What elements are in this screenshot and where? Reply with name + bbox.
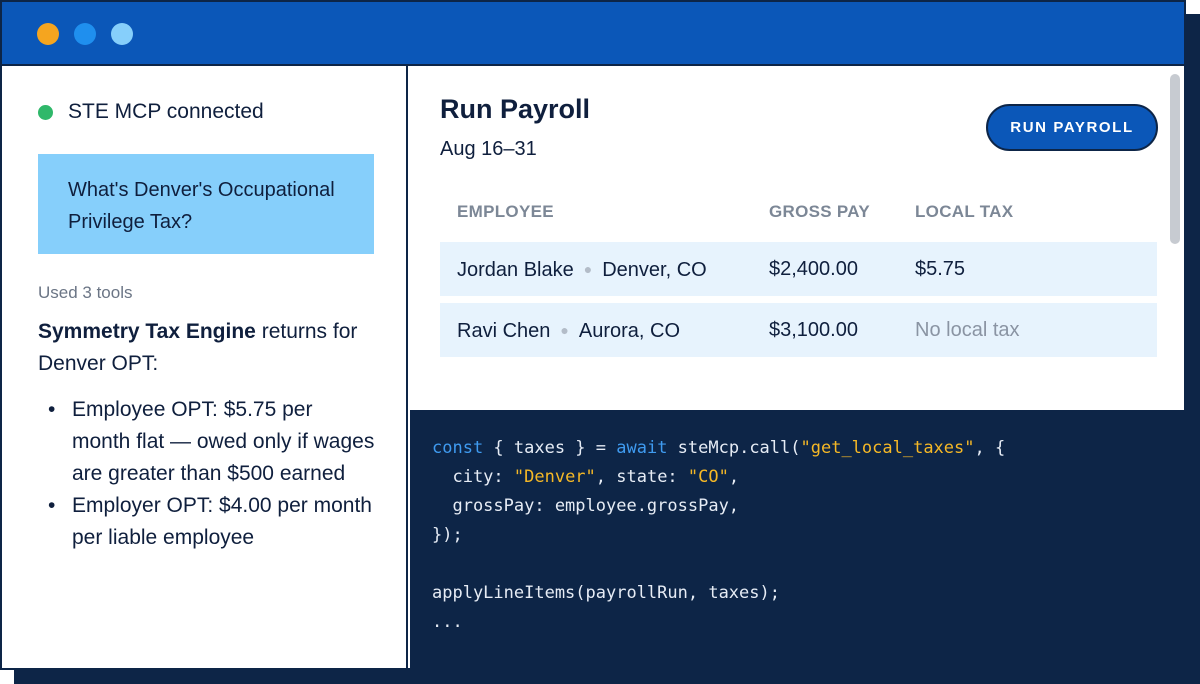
payroll-panel: Run Payroll Aug 16–31 RUN PAYROLL EMPLOY…: [410, 66, 1184, 410]
employee-location: Denver, CO: [602, 259, 707, 281]
user-question-bubble: What's Denver's Occupational Privilege T…: [38, 154, 374, 254]
chat-panel: STE MCP connected What's Denver's Occupa…: [2, 66, 408, 668]
local-tax-cell: $5.75: [915, 258, 966, 280]
code-token: , {: [974, 438, 1006, 458]
answer-bullet-list: Employee OPT: $5.75 per month flat — owe…: [46, 394, 376, 554]
gross-pay-cell: $2,400.00: [769, 258, 858, 280]
title-bar: [2, 2, 1184, 66]
window-maximize-dot-icon[interactable]: [111, 23, 133, 45]
run-payroll-button[interactable]: RUN PAYROLL: [986, 104, 1158, 151]
answer-bullet: Employer OPT: $4.00 per month per liable…: [46, 490, 376, 554]
answer-bullet: Employee OPT: $5.75 per month flat — owe…: [46, 394, 376, 490]
code-block: const { taxes } = await steMcp.call("get…: [432, 434, 1162, 637]
code-token: ,: [728, 467, 740, 487]
answer-source-name: Symmetry Tax Engine: [38, 320, 256, 343]
code-panel: const { taxes } = await steMcp.call("get…: [410, 410, 1184, 668]
table-row[interactable]: Jordan Blake ● Denver, CO $2,400.00 $5.75: [440, 242, 1157, 296]
app-window: STE MCP connected What's Denver's Occupa…: [0, 0, 1186, 670]
code-token: "Denver": [513, 467, 596, 487]
employee-name: Jordan Blake: [457, 259, 574, 281]
code-line: });: [432, 525, 463, 545]
code-token: "get_local_taxes": [800, 438, 975, 458]
code-token: "CO": [687, 467, 729, 487]
code-token: , state:: [595, 467, 688, 487]
window-close-dot-icon[interactable]: [37, 23, 59, 45]
local-tax-cell: No local tax: [915, 319, 1020, 341]
employee-location: Aurora, CO: [578, 320, 681, 342]
status-text: STE MCP connected: [68, 100, 264, 123]
connection-status: STE MCP connected: [38, 100, 264, 124]
code-line: applyLineItems(payrollRun, taxes);: [432, 583, 780, 603]
assistant-answer-intro: Symmetry Tax Engine returns for Denver O…: [38, 316, 388, 380]
window-minimize-dot-icon[interactable]: [74, 23, 96, 45]
scrollbar[interactable]: [1164, 68, 1182, 410]
separator-dot-icon: ●: [583, 261, 593, 277]
code-token: city:: [432, 467, 514, 487]
code-token: const: [432, 438, 484, 458]
page-title: Run Payroll: [440, 94, 591, 124]
pay-period: Aug 16–31: [440, 138, 537, 160]
table-row[interactable]: Ravi Chen ● Aurora, CO $3,100.00 No local …: [440, 303, 1157, 357]
column-header-employee: EMPLOYEE: [457, 202, 554, 221]
separator-dot-icon: ●: [560, 322, 569, 338]
employee-cell: Ravi Chen ● Aurora, CO: [457, 303, 680, 358]
code-token: await: [616, 438, 668, 458]
code-line: ...: [432, 612, 463, 632]
tools-used-label[interactable]: Used 3 tools: [38, 283, 133, 303]
status-dot-icon: [38, 104, 53, 120]
column-header-local-tax: LOCAL TAX: [915, 202, 1014, 221]
code-token: { taxes } =: [483, 438, 617, 458]
scrollbar-thumb[interactable]: [1170, 74, 1180, 244]
code-line: grossPay: employee.grossPay,: [432, 496, 740, 516]
code-token: steMcp.call(: [667, 438, 801, 458]
column-header-gross-pay: GROSS PAY: [769, 202, 870, 221]
gross-pay-cell: $3,100.00: [769, 319, 858, 341]
employee-cell: Jordan Blake ● Denver, CO: [457, 242, 707, 297]
employee-name: Ravi Chen: [457, 320, 551, 342]
